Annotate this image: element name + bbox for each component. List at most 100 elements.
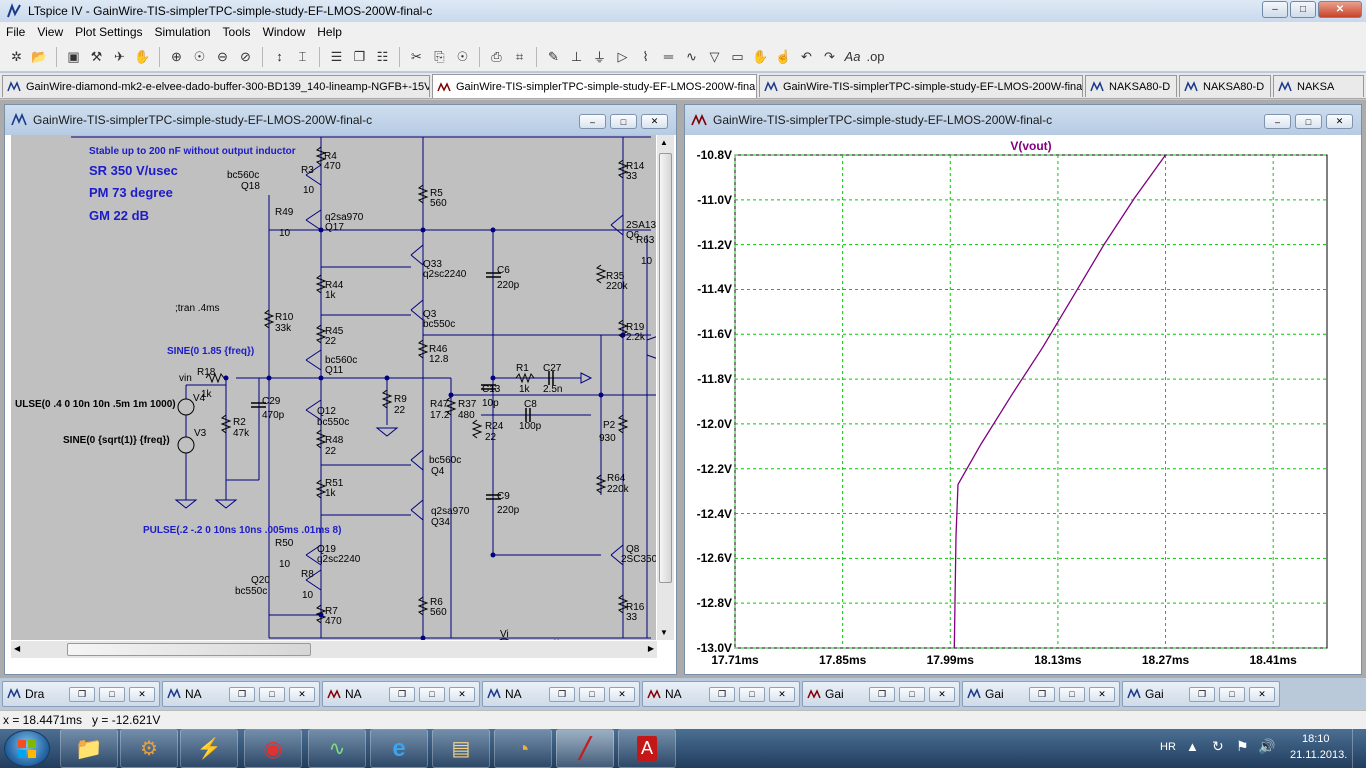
wire-icon[interactable]: ⊥ bbox=[566, 46, 587, 67]
restore-button[interactable]: ❐ bbox=[69, 686, 95, 702]
pencil-icon[interactable]: ✎ bbox=[543, 46, 564, 67]
drag-icon[interactable]: ☝ bbox=[773, 46, 794, 67]
label-icon[interactable]: ▷ bbox=[612, 46, 633, 67]
close-button[interactable]: ✕ bbox=[129, 686, 155, 702]
control-panel-icon[interactable]: ⚒ bbox=[86, 46, 107, 67]
inductor-icon[interactable]: ∿ bbox=[681, 46, 702, 67]
taskbar-hardware[interactable]: ⚙ bbox=[120, 729, 178, 768]
close-button[interactable]: ✕ bbox=[929, 686, 955, 702]
resistor-icon[interactable]: ⌇ bbox=[635, 46, 656, 67]
zoom-fit-icon[interactable]: ☉ bbox=[189, 46, 210, 67]
taskbar-pacman[interactable]: ◔ bbox=[494, 729, 552, 768]
close-button[interactable]: ✕ bbox=[1249, 686, 1275, 702]
restore-button[interactable]: ❐ bbox=[389, 686, 415, 702]
plot-close-button[interactable]: ✕ bbox=[1326, 114, 1353, 129]
schematic-horizontal-scrollbar[interactable]: ◀ ▶ bbox=[11, 641, 657, 658]
autorange-icon[interactable]: ↕ bbox=[269, 46, 290, 67]
menu-tools[interactable]: Tools bbox=[217, 25, 257, 39]
close-button[interactable]: ✕ bbox=[289, 686, 315, 702]
schematic-vscroll-thumb[interactable] bbox=[659, 153, 672, 583]
maximize-button[interactable]: □ bbox=[579, 686, 605, 702]
zoom-in-icon[interactable]: ⊕ bbox=[166, 46, 187, 67]
schematic-minimize-button[interactable]: – bbox=[579, 114, 606, 129]
menu-plot-settings[interactable]: Plot Settings bbox=[69, 25, 148, 39]
print-preview-icon[interactable]: ⌗ bbox=[509, 46, 530, 67]
minimize-button[interactable]: – bbox=[1262, 1, 1288, 18]
waveform-plot[interactable] bbox=[685, 135, 1361, 675]
menu-help[interactable]: Help bbox=[311, 25, 348, 39]
restore-button[interactable]: ❐ bbox=[869, 686, 895, 702]
maximize-button[interactable]: □ bbox=[99, 686, 125, 702]
maximize-button[interactable]: □ bbox=[1059, 686, 1085, 702]
taskbar-explorer[interactable]: 📁 bbox=[60, 729, 118, 768]
show-desktop-button[interactable] bbox=[1352, 729, 1366, 768]
ground-icon[interactable]: ⏚ bbox=[589, 46, 610, 67]
close-button[interactable]: ✕ bbox=[769, 686, 795, 702]
mark-data-icon[interactable]: ⌶ bbox=[292, 46, 313, 67]
halt-icon[interactable]: ✋ bbox=[132, 46, 153, 67]
open-icon[interactable]: 📂 bbox=[29, 46, 50, 67]
schematic-vertical-scrollbar[interactable]: ▲ ▼ bbox=[657, 135, 674, 640]
mdi-tab[interactable]: Gai ❐ □ ✕ bbox=[802, 681, 960, 707]
mdi-tab[interactable]: NA ❐ □ ✕ bbox=[642, 681, 800, 707]
tray-volume-icon[interactable]: 🔊 bbox=[1258, 738, 1275, 755]
find-icon[interactable]: ☉ bbox=[452, 46, 473, 67]
component-icon[interactable]: ▭ bbox=[727, 46, 748, 67]
close-button[interactable]: ✕ bbox=[609, 686, 635, 702]
tile-vertical-icon[interactable]: ☷ bbox=[372, 46, 393, 67]
maximize-button[interactable]: □ bbox=[1290, 1, 1316, 18]
maximize-button[interactable]: □ bbox=[739, 686, 765, 702]
schematic-close-button[interactable]: ✕ bbox=[641, 114, 668, 129]
cut-icon[interactable]: ✂ bbox=[406, 46, 427, 67]
restore-button[interactable]: ❐ bbox=[229, 686, 255, 702]
doc-tab-naksa-3[interactable]: NAKSA bbox=[1273, 75, 1364, 97]
mdi-tab[interactable]: NA ❐ □ ✕ bbox=[162, 681, 320, 707]
copy-icon[interactable]: ⎘ bbox=[429, 46, 450, 67]
schematic-maximize-button[interactable]: □ bbox=[610, 114, 637, 129]
taskbar-pdf[interactable]: A bbox=[618, 729, 676, 768]
plot-minimize-button[interactable]: – bbox=[1264, 114, 1291, 129]
restore-button[interactable]: ❐ bbox=[1189, 686, 1215, 702]
doc-tab-schematic[interactable]: GainWire-TIS-simplerTPC-simple-study-EF-… bbox=[759, 75, 1083, 97]
mdi-tab[interactable]: NA ❐ □ ✕ bbox=[482, 681, 640, 707]
undo-icon[interactable]: ↶ bbox=[796, 46, 817, 67]
clock-time[interactable]: 18:10 bbox=[1302, 733, 1330, 745]
taskbar-oscilloscope[interactable]: ∿ bbox=[308, 729, 366, 768]
schematic-hscroll-thumb[interactable] bbox=[67, 643, 311, 656]
run-icon[interactable]: ✈ bbox=[109, 46, 130, 67]
mdi-tab[interactable]: NA ❐ □ ✕ bbox=[322, 681, 480, 707]
print-icon[interactable]: ⎙ bbox=[486, 46, 507, 67]
capacitor-icon[interactable]: ═ bbox=[658, 46, 679, 67]
schematic-canvas[interactable]: Stable up to 200 nF without output induc… bbox=[11, 135, 656, 640]
close-button[interactable]: ✕ bbox=[1089, 686, 1115, 702]
tray-update-icon[interactable]: ↻ bbox=[1212, 738, 1224, 755]
close-button[interactable]: ✕ bbox=[1318, 1, 1362, 18]
plot-maximize-button[interactable]: □ bbox=[1295, 114, 1322, 129]
spice-directive-icon[interactable]: .op bbox=[865, 46, 886, 67]
mdi-tab[interactable]: Gai ❐ □ ✕ bbox=[1122, 681, 1280, 707]
tray-expand-icon[interactable]: ▲ bbox=[1186, 739, 1199, 754]
menu-file[interactable]: File bbox=[0, 25, 31, 39]
maximize-button[interactable]: □ bbox=[419, 686, 445, 702]
doc-tab-naksa80-2[interactable]: NAKSA80-D bbox=[1179, 75, 1271, 97]
language-indicator[interactable]: HR bbox=[1160, 741, 1176, 753]
mdi-tab[interactable]: Gai ❐ □ ✕ bbox=[962, 681, 1120, 707]
tile-horizontal-icon[interactable]: ☰ bbox=[326, 46, 347, 67]
text-icon[interactable]: Aa bbox=[842, 46, 863, 67]
doc-tab-plot-active[interactable]: GainWire-TIS-simplerTPC-simple-study-EF-… bbox=[432, 74, 757, 98]
move-icon[interactable]: ✋ bbox=[750, 46, 771, 67]
taskbar-ltspice[interactable]: ╱ bbox=[556, 729, 614, 768]
menu-window[interactable]: Window bbox=[257, 25, 312, 39]
taskbar-ie[interactable]: e bbox=[370, 729, 428, 768]
cascade-icon[interactable]: ❐ bbox=[349, 46, 370, 67]
diode-icon[interactable]: ▽ bbox=[704, 46, 725, 67]
mdi-tab[interactable]: Dra ❐ □ ✕ bbox=[2, 681, 160, 707]
doc-tab-naksa80-1[interactable]: NAKSA80-D bbox=[1085, 75, 1177, 97]
close-button[interactable]: ✕ bbox=[449, 686, 475, 702]
save-icon[interactable]: ▣ bbox=[63, 46, 84, 67]
redo-icon[interactable]: ↷ bbox=[819, 46, 840, 67]
clock-date[interactable]: 21.11.2013. bbox=[1290, 749, 1347, 761]
maximize-button[interactable]: □ bbox=[259, 686, 285, 702]
tray-flag-icon[interactable]: ⚑ bbox=[1236, 738, 1249, 755]
zoom-out-icon[interactable]: ⊖ bbox=[212, 46, 233, 67]
